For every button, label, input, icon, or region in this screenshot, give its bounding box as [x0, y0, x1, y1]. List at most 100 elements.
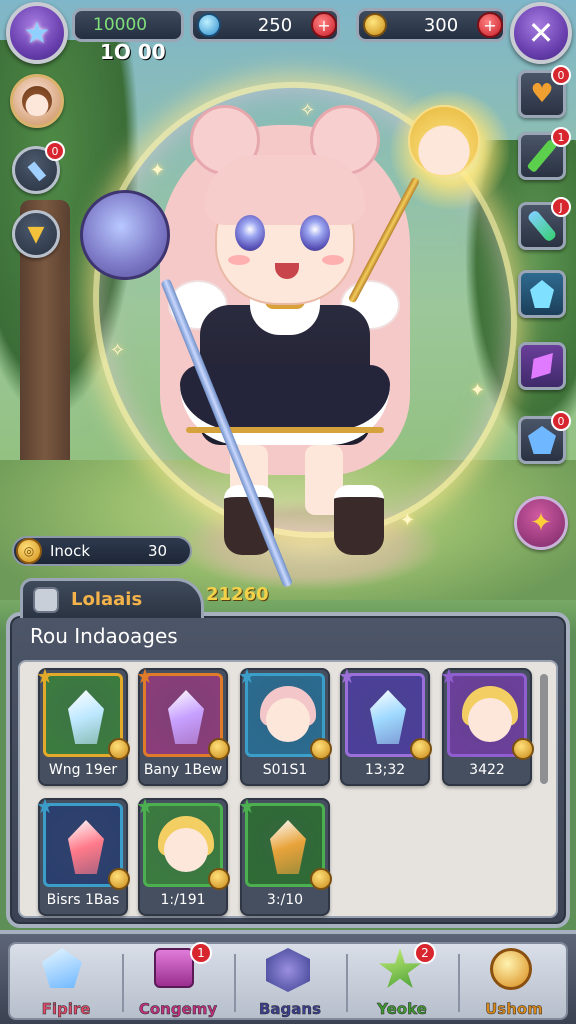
nav-label: Congemy: [138, 1000, 218, 1019]
panel-frame: Rou Indaoages ★ Wng 19er ★ Bany 1Bew ★ S01S1 ★…: [6, 612, 570, 928]
player-avatar[interactable]: [10, 74, 64, 128]
nav-item-ushom[interactable]: Ushom: [458, 944, 570, 1022]
potion-icon: [526, 209, 558, 243]
nav-item-yeoke[interactable]: 2 Yeoke: [346, 942, 458, 1022]
card-label: S01S1: [262, 762, 308, 778]
inventory-card[interactable]: ★ 3422: [440, 664, 534, 786]
orb-icon: [490, 948, 532, 990]
inventory-grid: ★ Wng 19er ★ Bany 1Bew ★ S01S1 ★ 13;32 ★ 3422 ★ Bis…: [18, 660, 558, 918]
card-label: Bany 1Bew: [143, 762, 223, 778]
rarity-star-icon: ★: [36, 664, 54, 688]
nav-label: Fipire: [41, 1000, 91, 1019]
staff-orb: [80, 190, 170, 280]
compass-button[interactable]: ✦: [514, 496, 568, 550]
green-sword-badge: 1: [551, 127, 571, 147]
crystal-icon: [68, 690, 104, 744]
card-label: 3:/10: [266, 892, 304, 908]
add-gold-currency-button[interactable]: +: [477, 12, 503, 38]
nav-divider: [122, 954, 124, 1012]
purple-gem-button[interactable]: [518, 342, 566, 390]
blush-left: [228, 255, 250, 265]
rarity-star-icon: ★: [440, 664, 458, 688]
card-label: 1:/191: [160, 892, 206, 908]
inventory-card[interactable]: ★ Bisrs 1Bas: [36, 794, 130, 916]
skirt-trim: [186, 427, 384, 433]
nav-item-congemy[interactable]: 1 Congemy: [122, 942, 234, 1022]
panel-heading: Rou Indaoages: [30, 624, 178, 648]
card-label: Wng 19er: [48, 762, 118, 778]
heart-icon: ♥: [530, 79, 554, 109]
arrow-down-icon: ▼: [27, 221, 45, 247]
player-score-bar: 10000: [72, 8, 184, 42]
blush-right: [322, 255, 344, 265]
heart-button[interactable]: ♥ 0: [518, 65, 571, 118]
weapon-badge: 0: [45, 141, 65, 161]
coin-icon: [108, 738, 130, 760]
rarity-star-icon: ★: [238, 664, 256, 688]
panel-total-value: 21260: [206, 584, 269, 605]
rarity-star-icon: ★: [338, 664, 356, 688]
nav-label: Bagans: [258, 1000, 322, 1019]
nav-divider: [458, 954, 460, 1012]
gold-coin-icon: [363, 13, 387, 37]
add-blue-currency-button[interactable]: +: [311, 12, 337, 38]
crystal-icon: [168, 690, 204, 744]
weapon-button[interactable]: ▮ 0: [12, 141, 65, 194]
nav-divider: [234, 954, 236, 1012]
rarity-star-icon: ★: [136, 794, 154, 818]
coin-icon: [310, 868, 332, 890]
eye-right: [300, 215, 330, 251]
gem-purple-icon: [523, 346, 562, 386]
sword-icon: ▮: [21, 155, 51, 185]
blue-currency-bar: 250 +: [190, 8, 340, 42]
coin-icon: [208, 738, 230, 760]
potion-button[interactable]: J: [518, 197, 571, 250]
tab-loadouts[interactable]: Lolaais: [20, 578, 204, 618]
potion-badge: J: [551, 197, 571, 217]
crystal-grid-button[interactable]: [518, 270, 566, 318]
spirit-companion[interactable]: [408, 105, 480, 177]
nav-badge: 1: [190, 942, 212, 964]
compass-icon: ✦: [530, 508, 552, 538]
inventory-card[interactable]: ★ S01S1: [238, 664, 332, 786]
blue-gem-button[interactable]: 0: [518, 411, 571, 464]
coin-icon: [512, 738, 534, 760]
coin-icon: ◎: [16, 538, 42, 564]
inventory-card[interactable]: ★ 3:/10: [238, 794, 332, 916]
crystal-grid-icon: [530, 280, 554, 308]
settings-icon: [33, 587, 59, 613]
coin-icon: [208, 868, 230, 890]
close-button[interactable]: ✕: [510, 2, 572, 64]
rarity-star-icon: ★: [238, 794, 256, 818]
inventory-card[interactable]: ★ Bany 1Bew: [136, 664, 230, 786]
portrait-icon: [266, 698, 310, 742]
green-sword-button[interactable]: 1: [518, 127, 571, 180]
avatar-icon: [22, 86, 52, 116]
nav-item-bagans[interactable]: Bagans: [234, 944, 346, 1022]
player-score: 10000: [93, 15, 148, 35]
bag-icon: [266, 948, 310, 992]
nav-label: Ushom: [485, 1000, 543, 1019]
resource-value: 30: [148, 542, 168, 560]
card-label: 3422: [469, 762, 505, 778]
nav-track: Fipire 1 Congemy Bagans 2 Yeoke Ushom: [8, 942, 568, 1020]
crystal-icon: [42, 948, 82, 988]
tab-label: Lolaais: [71, 589, 143, 610]
sparkle-icon: ✦: [470, 380, 486, 401]
gold-currency-bar: 300 +: [356, 8, 506, 42]
resource-label: Inock: [50, 542, 91, 560]
menu-button[interactable]: ★: [6, 2, 68, 64]
inventory-card[interactable]: ★ Wng 19er: [36, 664, 130, 786]
shop-icon: [154, 948, 194, 988]
inventory-card[interactable]: ★ 13;32: [338, 664, 432, 786]
eye-left: [235, 215, 265, 251]
star-icon: ★: [23, 15, 51, 51]
nav-item-fipire[interactable]: Fipire: [10, 944, 122, 1022]
inventory-scrollbar[interactable]: [540, 674, 548, 784]
coin-icon: [310, 738, 332, 760]
card-label: Bisrs 1Bas: [46, 892, 120, 908]
portrait-icon: [468, 698, 512, 742]
dropdown-button[interactable]: ▼: [12, 210, 60, 258]
nav-divider: [346, 954, 348, 1012]
inventory-card[interactable]: ★ 1:/191: [136, 794, 230, 916]
